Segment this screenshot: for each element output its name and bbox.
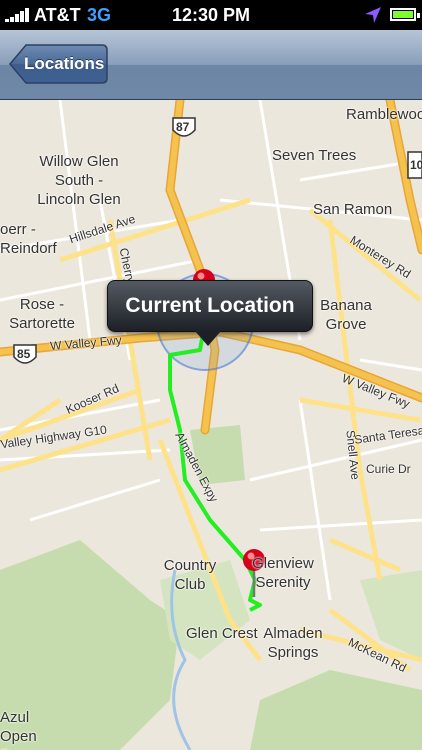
navigation-bar: Locations <box>0 30 422 100</box>
place-label: Ramblewood <box>346 106 422 123</box>
place-label: San Ramon <box>313 201 393 218</box>
location-arrow-icon <box>365 7 381 23</box>
place-label: Country Club <box>163 557 217 593</box>
clock: 12:30 PM <box>171 5 251 25</box>
road-label: Curie Dr <box>366 462 411 476</box>
place-label: Rose - Sartorette <box>9 296 75 332</box>
place-label: Glen Crest <box>186 625 258 642</box>
place-label: Azul Open Preserve <box>0 709 60 750</box>
back-button-label: Locations <box>24 54 105 73</box>
current-location-callout[interactable]: Current Location <box>107 280 313 348</box>
back-button[interactable]: Locations <box>8 43 108 85</box>
shield-85-label: 85 <box>17 347 31 361</box>
place-label: oerr - Reindorf <box>0 221 57 257</box>
shield-101-label: 10 <box>410 158 422 172</box>
status-bar: AT&T 3G 12:30 PM <box>0 0 422 30</box>
start-location-pin[interactable] <box>240 546 270 602</box>
battery-icon <box>390 8 420 21</box>
callout-title: Current Location <box>125 294 295 317</box>
shield-87-label: 87 <box>176 120 190 134</box>
place-label: Banana Grove <box>320 297 372 333</box>
place-label: Seven Trees <box>272 147 357 164</box>
map-view[interactable]: 87 85 10 Ramblewood Willow Glen South - … <box>0 100 422 750</box>
place-label: Almaden Springs <box>263 625 323 661</box>
place-label: Willow Glen South - Lincoln Glen <box>37 153 121 208</box>
